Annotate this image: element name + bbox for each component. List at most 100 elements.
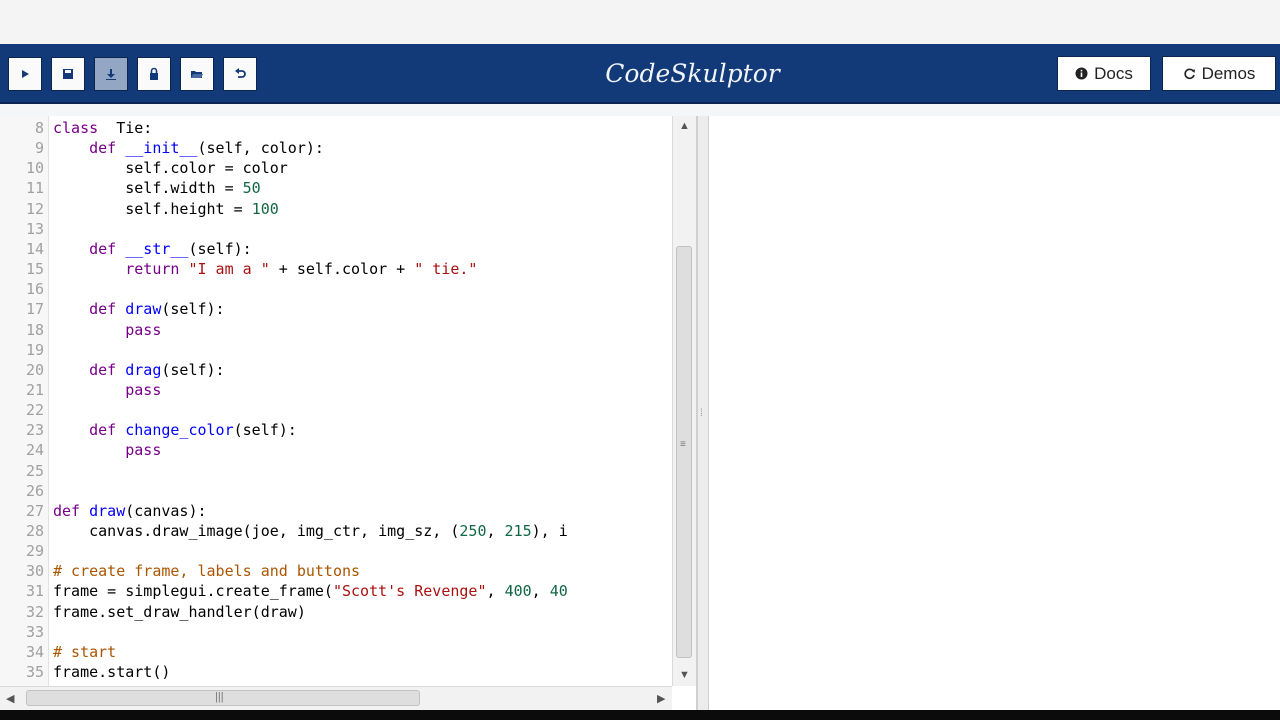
lock-icon <box>150 67 158 80</box>
code-text: def change_color(self): <box>89 421 297 440</box>
demos-label: Demos <box>1201 63 1256 83</box>
code-editor[interactable]: 8 class Tie: 9 def __init__(self, color): 1… <box>0 116 697 710</box>
line-number: 23 <box>25 421 44 440</box>
download-button[interactable] <box>94 57 128 91</box>
code-text: self.color = color <box>53 159 288 178</box>
editor-horizontal-scrollbar[interactable]: ◀ ||| ▶ <box>0 686 672 710</box>
code-line[interactable]: 11 self.width = 50 <box>0 178 672 198</box>
line-number: 34 <box>25 642 44 661</box>
code-line[interactable]: 16 <box>0 279 672 299</box>
scroll-right-icon[interactable]: ▶ <box>657 692 665 705</box>
code-line[interactable]: 14 def __str__(self): <box>0 239 672 259</box>
code-text: def __init__(self, color): <box>89 139 324 158</box>
folder-open-icon <box>191 71 203 78</box>
line-number: 11 <box>25 179 44 198</box>
output-pane <box>709 116 1280 710</box>
line-number: 14 <box>25 239 44 258</box>
line-number: 32 <box>25 602 44 621</box>
code-line[interactable]: 24 pass <box>0 440 672 460</box>
code-line[interactable]: 23 def change_color(self): <box>0 420 672 440</box>
fresh-url-button[interactable] <box>137 57 171 91</box>
line-number: 8 <box>34 119 44 137</box>
header-separator <box>0 104 1280 116</box>
code-text: def draw(canvas): <box>53 501 207 520</box>
docs-label: Docs <box>1094 63 1133 83</box>
line-number: 28 <box>25 522 44 540</box>
save-icon <box>63 69 73 79</box>
line-number: 29 <box>25 542 44 561</box>
code-line[interactable]: 31 frame = simplegui.create_frame("Scott'… <box>0 581 672 601</box>
code-text: def __str__(self): <box>89 239 252 258</box>
code-text: def draw(self): <box>89 300 225 319</box>
open-local-button[interactable] <box>180 57 214 91</box>
code-text: frame = simplegui.create_frame("Scott's … <box>53 582 568 601</box>
code-line[interactable]: 17 def draw(self): <box>0 299 672 319</box>
code-text: pass <box>125 320 162 339</box>
code-line[interactable]: 32 frame.set_draw_handler(draw) <box>0 602 672 622</box>
browser-top-strip <box>0 0 1280 44</box>
download-icon <box>106 69 116 80</box>
save-button[interactable] <box>51 57 85 91</box>
code-text: class Tie: <box>53 119 153 137</box>
line-number: 9 <box>34 139 44 158</box>
code-line[interactable]: 13 <box>0 219 672 239</box>
code-line[interactable]: 22 <box>0 400 672 420</box>
line-number: 21 <box>25 380 44 399</box>
editor-vertical-scrollbar[interactable]: ▲ ≡ ▼ <box>672 116 696 686</box>
play-icon <box>22 70 29 78</box>
code-text: frame.set_draw_handler(draw) <box>53 602 306 621</box>
code-line[interactable]: 18 pass <box>0 320 672 340</box>
code-line[interactable]: 12 self.height = 100 <box>0 199 672 219</box>
line-number: 16 <box>25 280 44 299</box>
code-text: self.width = 50 <box>53 179 261 198</box>
pane-splitter[interactable]: ⁞ <box>697 116 709 710</box>
code-line[interactable]: 29 <box>0 541 672 561</box>
line-number: 35 <box>25 663 44 682</box>
code-line[interactable]: 26 <box>0 481 672 501</box>
code-text: frame.start() <box>53 663 171 682</box>
code-line[interactable]: 21 pass <box>0 380 672 400</box>
line-number: 22 <box>25 401 44 420</box>
app-title: CodeSkulptor <box>605 59 780 88</box>
code-line[interactable]: 25 <box>0 461 672 481</box>
horizontal-scroll-thumb[interactable]: ||| <box>26 690 420 706</box>
code-line[interactable]: 28 canvas.draw_image(joe, img_ctr, img_s… <box>0 521 672 541</box>
code-text: # start <box>53 642 117 661</box>
code-line[interactable]: 30 # create frame, labels and buttons <box>0 561 672 581</box>
code-line[interactable]: 8 class Tie: <box>0 118 672 138</box>
line-number: 19 <box>25 340 44 359</box>
code-line[interactable]: 9 def __init__(self, color): <box>0 138 672 158</box>
code-line[interactable]: 10 self.color = color <box>0 158 672 178</box>
faded-overlay <box>0 10 1280 34</box>
reset-button[interactable] <box>223 57 257 91</box>
line-number: 24 <box>25 441 44 460</box>
code-line[interactable]: 20 def drag(self): <box>0 360 672 380</box>
code-text: def drag(self): <box>89 360 225 379</box>
code-line[interactable]: 33 <box>0 622 672 642</box>
line-number: 12 <box>25 199 44 218</box>
code-text: self.height = 100 <box>53 199 279 218</box>
bottom-edge <box>0 710 1280 720</box>
line-number: 31 <box>25 582 44 601</box>
vertical-scroll-thumb[interactable]: ≡ <box>676 246 692 658</box>
line-number: 33 <box>25 622 44 641</box>
line-number: 20 <box>25 360 44 379</box>
code-line[interactable]: 15 return "I am a " + self.color + " tie… <box>0 259 672 279</box>
demos-button[interactable]: Demos <box>1162 56 1276 91</box>
line-number: 10 <box>25 159 44 178</box>
code-line[interactable]: 35 frame.start() <box>0 662 672 682</box>
scroll-up-icon[interactable]: ▲ <box>679 120 690 132</box>
run-button[interactable] <box>8 57 42 91</box>
docs-button[interactable]: Docs <box>1057 56 1151 91</box>
code-text: pass <box>125 441 162 460</box>
code-line[interactable]: 19 <box>0 340 672 360</box>
code-text: return "I am a " + self.color + " tie." <box>125 260 478 279</box>
scroll-down-icon[interactable]: ▼ <box>679 669 690 681</box>
code-line[interactable]: 34 # start <box>0 642 672 662</box>
code-text: # create frame, labels and buttons <box>53 562 361 581</box>
line-number: 17 <box>25 300 44 319</box>
scroll-left-icon[interactable]: ◀ <box>6 692 14 705</box>
line-number: 15 <box>25 260 44 279</box>
line-number: 30 <box>25 562 44 581</box>
code-line[interactable]: 27 def draw(canvas): <box>0 501 672 521</box>
